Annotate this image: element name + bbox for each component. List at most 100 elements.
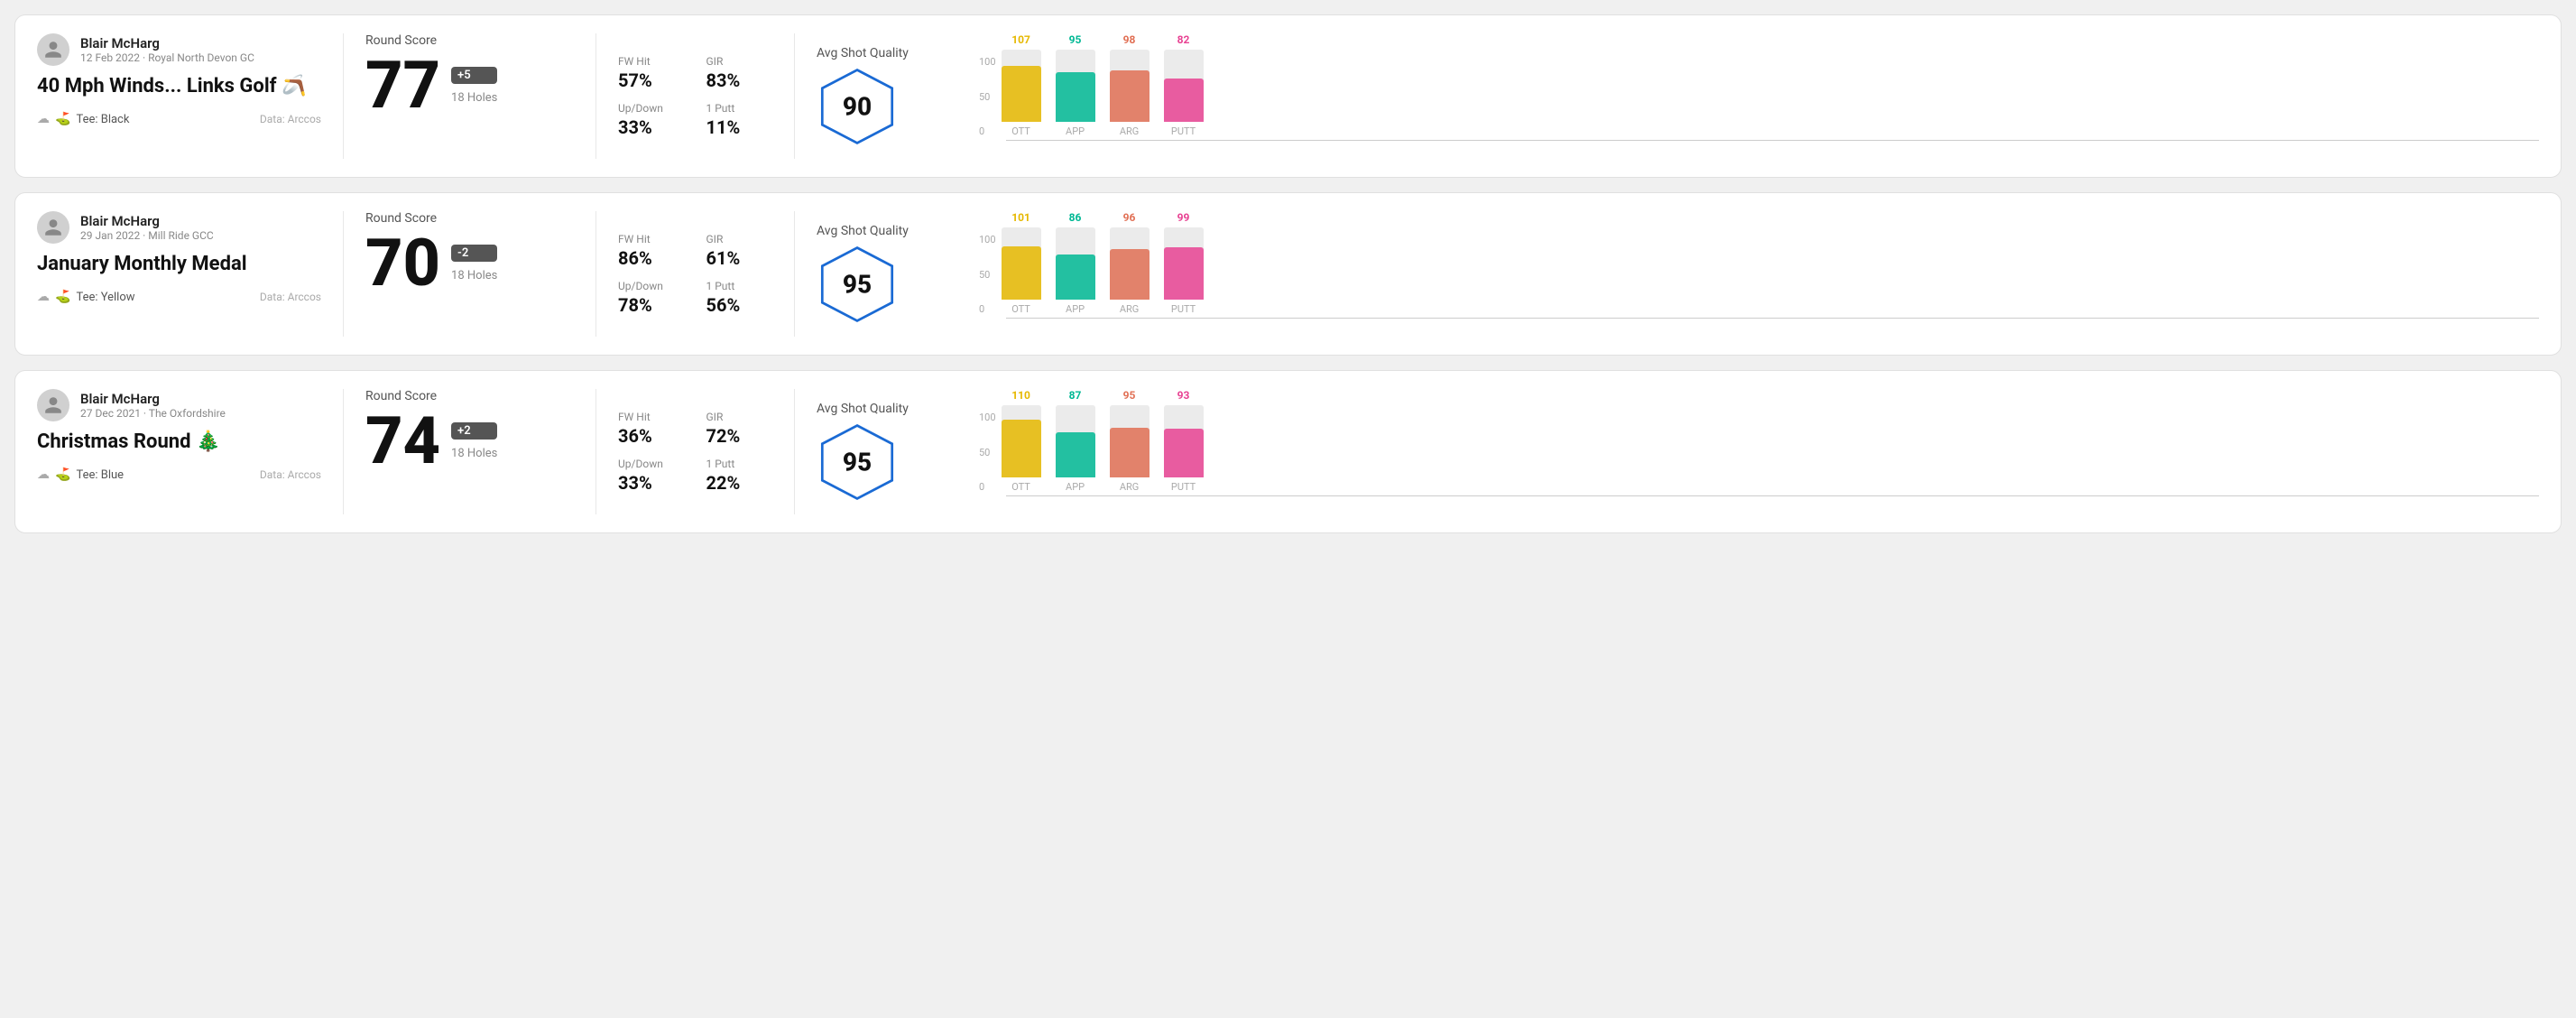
player-name: Blair McHarg	[80, 35, 254, 51]
bar-bg	[1002, 50, 1041, 122]
weather-icon: ☁	[37, 467, 50, 482]
bar-top-value: 86	[1069, 211, 1082, 224]
bar-chart: 100 50 0 110 OTT 87	[979, 389, 2539, 514]
updown-stat: Up/Down 33%	[618, 102, 685, 138]
gir-label: GIR	[706, 411, 773, 423]
bar-x-label: APP	[1066, 125, 1085, 137]
score-details: -2 18 Holes	[451, 245, 497, 282]
stats-grid: FW Hit 57% GIR 83% Up/Down 33% 1 Putt 11…	[618, 55, 772, 138]
y-axis: 100 50 0	[979, 56, 996, 137]
oneputt-stat: 1 Putt 56%	[706, 280, 773, 316]
bar-top-value: 101	[1011, 211, 1030, 224]
chart-baseline	[1006, 318, 2539, 319]
bar-fill	[1164, 79, 1204, 122]
holes-label: 18 Holes	[451, 91, 497, 105]
bar-bg	[1164, 227, 1204, 300]
bar-x-label: OTT	[1011, 481, 1030, 493]
stats-grid: FW Hit 36% GIR 72% Up/Down 33% 1 Putt 22…	[618, 411, 772, 494]
bar-bg	[1164, 50, 1204, 122]
bar-group: 93 PUTT	[1164, 389, 1204, 493]
round-footer: ☁ ⛳ Tee: Black Data: Arccos	[37, 112, 321, 126]
bar-top-value: 87	[1069, 389, 1082, 402]
gir-label: GIR	[706, 233, 773, 245]
bar-group: 82 PUTT	[1164, 33, 1204, 137]
bar-x-label: APP	[1066, 481, 1085, 493]
player-header: Blair McHarg 12 Feb 2022 · Royal North D…	[37, 33, 321, 66]
player-header: Blair McHarg 29 Jan 2022 · Mill Ride GCC	[37, 211, 321, 244]
updown-value: 33%	[618, 116, 685, 138]
big-score: 70	[365, 231, 440, 296]
gir-value: 61%	[706, 247, 773, 269]
fw-hit-stat: FW Hit 86%	[618, 233, 685, 269]
oneputt-value: 22%	[706, 472, 773, 494]
score-row: 70 -2 18 Holes	[365, 231, 574, 296]
bag-icon: ⛳	[55, 112, 70, 126]
bar-top-value: 110	[1011, 389, 1030, 402]
user-icon	[43, 217, 63, 237]
bar-top-value: 95	[1069, 33, 1082, 46]
big-score: 74	[365, 409, 440, 474]
player-name: Blair McHarg	[80, 391, 226, 407]
bar-group: 95 APP	[1056, 33, 1095, 137]
bar-fill	[1164, 429, 1204, 477]
gir-value: 83%	[706, 69, 773, 91]
avatar	[37, 389, 69, 421]
hexagon-container: 95	[817, 244, 898, 325]
y-axis: 100 50 0	[979, 412, 996, 493]
bar-group: 96 ARG	[1110, 211, 1150, 315]
bar-group: 98 ARG	[1110, 33, 1150, 137]
oneputt-label: 1 Putt	[706, 280, 773, 292]
y-label-50: 50	[979, 269, 996, 281]
bar-bg	[1110, 227, 1150, 300]
data-source: Data: Arccos	[260, 468, 321, 481]
updown-stat: Up/Down 33%	[618, 458, 685, 494]
bar-fill	[1110, 249, 1150, 300]
tee-label: Tee: Blue	[76, 468, 124, 482]
score-details: +2 18 Holes	[451, 422, 497, 460]
round-footer: ☁ ⛳ Tee: Blue Data: Arccos	[37, 467, 321, 482]
y-axis: 100 50 0	[979, 234, 996, 315]
hexagon: 95	[817, 421, 898, 503]
oneputt-value: 11%	[706, 116, 773, 138]
bar-top-value: 96	[1123, 211, 1136, 224]
player-header: Blair McHarg 27 Dec 2021 · The Oxfordshi…	[37, 389, 321, 421]
bar-x-label: PUTT	[1171, 481, 1196, 493]
round-title: 40 Mph Winds... Links Golf 🪃	[37, 75, 321, 97]
hexagon: 90	[817, 66, 898, 147]
weather-icon: ☁	[37, 112, 50, 126]
data-source: Data: Arccos	[260, 291, 321, 303]
bar-fill	[1002, 66, 1041, 122]
quality-section: Avg Shot Quality 95	[795, 211, 957, 337]
tee-info: ☁ ⛳ Tee: Black	[37, 112, 129, 126]
y-label-50: 50	[979, 91, 996, 103]
hexagon-container: 90	[817, 66, 898, 147]
avg-shot-quality-label: Avg Shot Quality	[817, 46, 909, 60]
hexagon-container: 95	[817, 421, 898, 503]
chart-section: 100 50 0 107 OTT 95	[957, 33, 2539, 159]
updown-label: Up/Down	[618, 458, 685, 470]
round-score-label: Round Score	[365, 33, 574, 48]
bar-chart: 100 50 0 101 OTT 86	[979, 211, 2539, 337]
bar-bg	[1110, 405, 1150, 477]
bar-group: 107 OTT	[1002, 33, 1041, 137]
holes-label: 18 Holes	[451, 269, 497, 282]
hexagon-score: 95	[843, 447, 872, 477]
bar-group: 95 ARG	[1110, 389, 1150, 493]
chart-section: 100 50 0 101 OTT 86	[957, 211, 2539, 337]
bar-fill	[1002, 420, 1041, 477]
player-meta: 27 Dec 2021 · The Oxfordshire	[80, 407, 226, 420]
user-icon	[43, 40, 63, 60]
bar-x-label: PUTT	[1171, 125, 1196, 137]
score-details: +5 18 Holes	[451, 67, 497, 105]
chart-section: 100 50 0 110 OTT 87	[957, 389, 2539, 514]
round-card: Blair McHarg 27 Dec 2021 · The Oxfordshi…	[14, 370, 2562, 533]
updown-label: Up/Down	[618, 102, 685, 115]
bar-group: 101 OTT	[1002, 211, 1041, 315]
user-icon	[43, 395, 63, 415]
bar-top-value: 95	[1123, 389, 1136, 402]
oneputt-stat: 1 Putt 11%	[706, 102, 773, 138]
fw-hit-label: FW Hit	[618, 55, 685, 68]
tee-label: Tee: Black	[76, 113, 129, 126]
y-label-0: 0	[979, 303, 996, 315]
round-footer: ☁ ⛳ Tee: Yellow Data: Arccos	[37, 290, 321, 304]
